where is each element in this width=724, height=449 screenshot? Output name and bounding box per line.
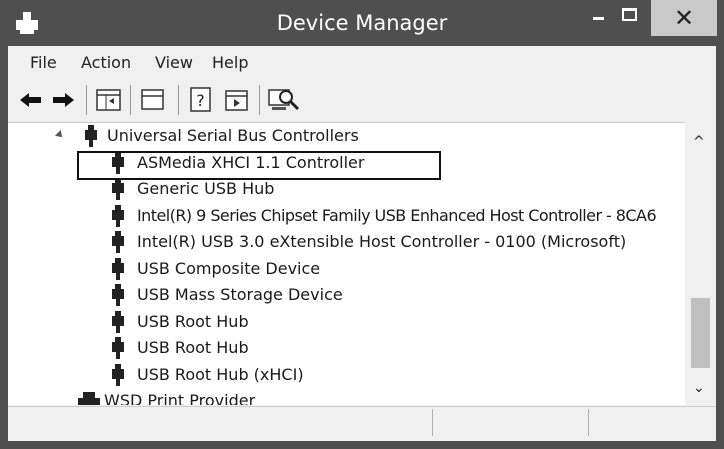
tree-item[interactable]: USB Root Hub (xHCI) [8,362,678,388]
toolbar-separator [130,85,131,115]
menu-help[interactable]: Help [212,53,248,72]
device-label: USB Mass Storage Device [137,285,343,304]
tree-item[interactable]: USB Root Hub [8,335,678,361]
device-tree[interactable]: Universal Serial Bus Controllers ASMedia… [8,122,716,405]
tree-item[interactable]: USB Composite Device [8,256,678,282]
category-label: Universal Serial Bus Controllers [107,126,359,145]
scroll-down-icon[interactable]: ⌄ [693,380,705,396]
menu-action[interactable]: Action [81,53,131,72]
back-arrow-icon[interactable] [20,87,42,113]
maximize-button[interactable] [617,0,643,40]
scan-hardware-icon[interactable] [268,87,300,113]
category-label: WSD Print Provider [104,391,256,405]
device-label: Intel(R) 9 Series Chipset Family USB Enh… [137,206,657,225]
menu-file[interactable]: File [30,53,57,72]
tree-item[interactable]: Intel(R) 9 Series Chipset Family USB Enh… [8,203,678,229]
tree-category-wsd[interactable]: WSD Print Provider [8,388,678,405]
minimize-icon [593,17,604,20]
minimize-button[interactable] [585,0,611,40]
usb-plug-icon [112,178,124,200]
menu-view[interactable]: View [155,53,193,72]
device-label: USB Root Hub [137,338,249,357]
window-icon[interactable] [140,87,166,113]
title-bar[interactable]: Device Manager ✕ [0,0,724,46]
device-label: USB Root Hub (xHCI) [137,365,304,384]
toolbar-separator [259,85,260,115]
usb-plug-icon [112,231,124,253]
window-title: Device Manager [276,11,448,35]
expand-arrow-icon[interactable] [55,130,65,140]
tree-category-usb[interactable]: Universal Serial Bus Controllers [8,123,678,149]
maximize-icon [622,8,637,21]
device-label: USB Composite Device [137,259,321,278]
status-separator [432,409,433,436]
toolbar-separator [86,85,87,115]
device-label: Generic USB Hub [137,179,275,198]
svg-text:?: ? [196,91,205,110]
highlight-box [77,151,441,180]
device-label: USB Root Hub [137,312,249,331]
scrollbar-thumb[interactable] [691,298,710,368]
device-manager-window: Device Manager ✕ File Action View Help ?… [0,0,724,449]
tree-item[interactable]: USB Mass Storage Device [8,282,678,308]
toolbar-separator [178,85,179,115]
vertical-scrollbar[interactable]: ^ ⌄ [685,122,716,405]
usb-plug-icon [112,311,124,333]
usb-plug-icon [112,337,124,359]
usb-plug-icon [112,205,124,227]
status-separator [588,409,589,436]
scroll-up-icon[interactable]: ^ [693,134,705,150]
printer-icon [78,392,100,405]
run-icon[interactable] [224,87,250,113]
status-bar [8,406,716,437]
usb-plug-icon [112,258,124,280]
forward-arrow-icon[interactable] [52,87,74,113]
usb-plug-icon [112,364,124,386]
close-icon: ✕ [673,4,695,32]
device-label: Intel(R) USB 3.0 eXtensible Host Control… [137,232,627,251]
main-frame: File Action View Help ? Universal Serial… [8,46,716,441]
toolbar: ? [8,79,716,119]
help-icon[interactable]: ? [188,87,214,113]
usb-plug-icon [85,125,97,147]
close-button[interactable]: ✕ [651,0,717,36]
usb-plug-icon [112,284,124,306]
tree-item[interactable]: Intel(R) USB 3.0 eXtensible Host Control… [8,229,678,255]
menu-bar: File Action View Help [8,46,716,78]
properties-icon[interactable] [96,87,122,113]
tree-item[interactable]: USB Root Hub [8,309,678,335]
